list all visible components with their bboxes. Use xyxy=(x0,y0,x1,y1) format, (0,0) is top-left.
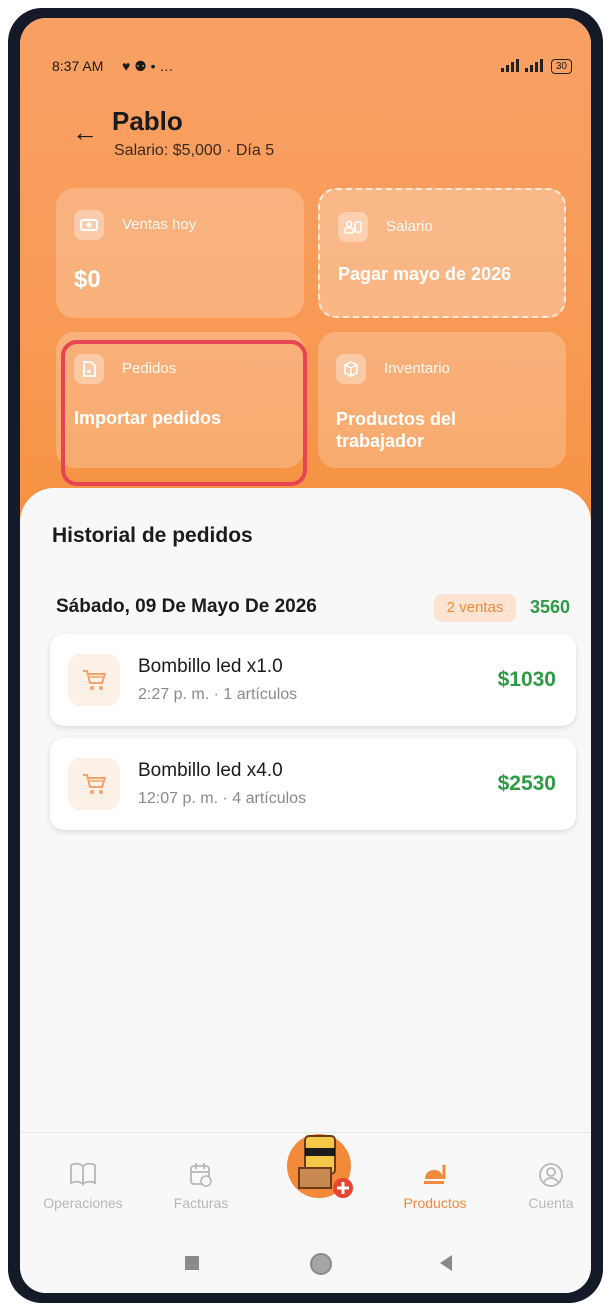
calendar-icon xyxy=(146,1161,256,1195)
cart-icon xyxy=(68,654,120,706)
box-icon xyxy=(336,354,366,384)
status-bar: 8:37 AM ♥ ⚉ • … 30 xyxy=(52,58,572,82)
order-meta: 2:27 p. m. · 1 artículos xyxy=(138,686,298,703)
id-card-icon xyxy=(338,212,368,242)
history-title: Historial de pedidos xyxy=(52,524,253,547)
home-button[interactable] xyxy=(310,1253,332,1275)
cart-icon xyxy=(68,758,120,810)
order-amount: $2530 xyxy=(497,772,556,795)
nav-label: Operaciones xyxy=(43,1195,123,1211)
nav-productos[interactable]: Productos xyxy=(380,1161,490,1211)
order-row[interactable]: Bombillo led x1.0 2:27 p. m. · 1 artícul… xyxy=(50,634,576,726)
status-right: 30 xyxy=(500,58,572,75)
order-row[interactable]: Bombillo led x4.0 12:07 p. m. · 4 artícu… xyxy=(50,738,576,830)
card-ventas-hoy[interactable]: Ventas hoy $0 xyxy=(56,188,304,318)
back-button[interactable]: ← xyxy=(72,119,100,145)
status-notification-icons: ♥ ⚉ • … xyxy=(122,58,174,74)
mascot-add-button[interactable] xyxy=(285,1130,357,1202)
card-inventario[interactable]: Inventario Productos del trabajador xyxy=(318,332,566,468)
food-icon xyxy=(380,1161,490,1195)
money-icon xyxy=(74,210,104,240)
card-label: Ventas hoy xyxy=(122,216,197,233)
signal-icon xyxy=(500,58,545,75)
order-amount: $1030 xyxy=(497,668,556,691)
sales-count-badge: 2 ventas xyxy=(434,594,516,622)
order-title: Bombillo led x4.0 xyxy=(138,760,283,781)
card-value: $0 xyxy=(74,266,101,293)
app-screen: 8:37 AM ♥ ⚉ • … 30 ← Pablo Salario: $5,0… xyxy=(20,18,591,1293)
selection-highlight xyxy=(61,340,307,486)
card-value-line: trabajador xyxy=(336,431,425,451)
system-nav-bar xyxy=(20,1246,591,1292)
worker-header: 8:37 AM ♥ ⚉ • … 30 ← Pablo Salario: $5,0… xyxy=(20,18,591,538)
status-time: 8:37 AM xyxy=(52,58,104,74)
nav-label: Cuenta xyxy=(528,1195,574,1211)
card-salario[interactable]: Salario Pagar mayo de 2026 xyxy=(318,188,566,318)
user-icon xyxy=(496,1161,591,1195)
order-meta: 12:07 p. m. · 4 artículos xyxy=(138,790,307,807)
day-total: 3560 xyxy=(530,597,571,617)
worker-salary-subtitle: Salario: $5,000 · Día 5 xyxy=(114,142,275,159)
nav-label: Productos xyxy=(403,1195,467,1211)
nav-cuenta[interactable]: Cuenta xyxy=(496,1161,591,1211)
phone-frame: 8:37 AM ♥ ⚉ • … 30 ← Pablo Salario: $5,0… xyxy=(8,8,603,1303)
nav-facturas[interactable]: Facturas xyxy=(146,1161,256,1211)
book-icon xyxy=(28,1161,138,1195)
recent-apps-button[interactable] xyxy=(185,1256,199,1270)
card-value: Productos del trabajador xyxy=(336,408,456,452)
card-value: Pagar mayo de 2026 xyxy=(338,264,512,284)
battery-icon: 30 xyxy=(550,59,572,74)
nav-operaciones[interactable]: Operaciones xyxy=(28,1161,138,1211)
card-label: Inventario xyxy=(384,360,450,377)
worker-name: Pablo xyxy=(112,106,183,136)
back-nav-button[interactable] xyxy=(440,1255,452,1271)
nav-label: Facturas xyxy=(173,1195,229,1211)
card-value-line: Productos del xyxy=(336,409,457,429)
history-date: Sábado, 09 De Mayo De 2026 xyxy=(56,596,317,617)
card-label: Salario xyxy=(386,218,433,235)
order-title: Bombillo led x1.0 xyxy=(138,656,283,677)
